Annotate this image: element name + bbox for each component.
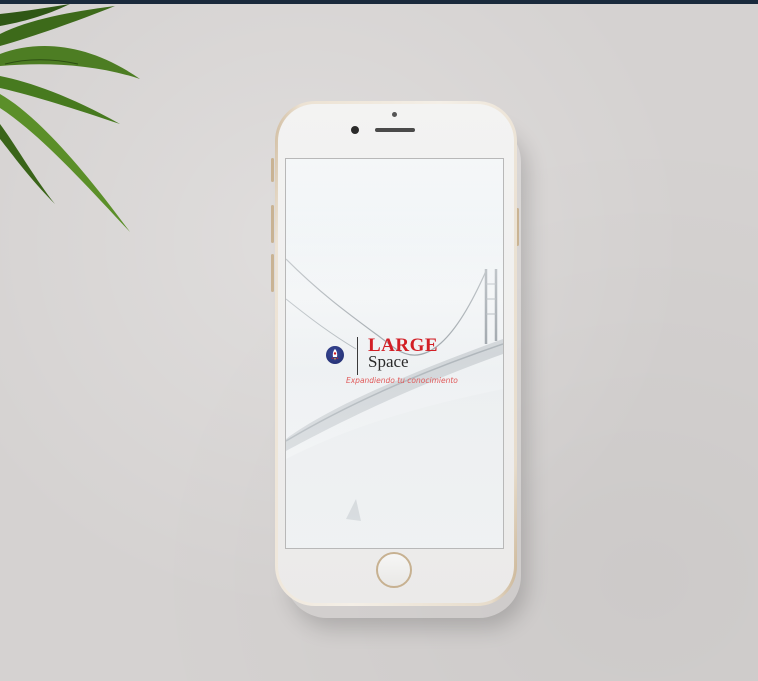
logo-subtitle: Space (368, 352, 409, 371)
mute-switch (271, 158, 274, 182)
earpiece-speaker (375, 128, 415, 132)
phone-screen: LARGE Space Expandiendo tu conocimiento (285, 158, 504, 549)
rocket-emblem-icon (326, 346, 344, 364)
home-button[interactable] (376, 552, 412, 588)
front-camera-icon (351, 126, 359, 134)
logo-tagline: Expandiendo tu conocimiento (346, 376, 458, 385)
logo-divider (357, 337, 358, 375)
volume-down-button (271, 254, 274, 292)
plant-leaves-icon (0, 4, 140, 232)
volume-up-button (271, 205, 274, 243)
proximity-sensor (392, 112, 397, 117)
app-logo: LARGE Space Expandiendo tu conocimiento (326, 335, 476, 387)
